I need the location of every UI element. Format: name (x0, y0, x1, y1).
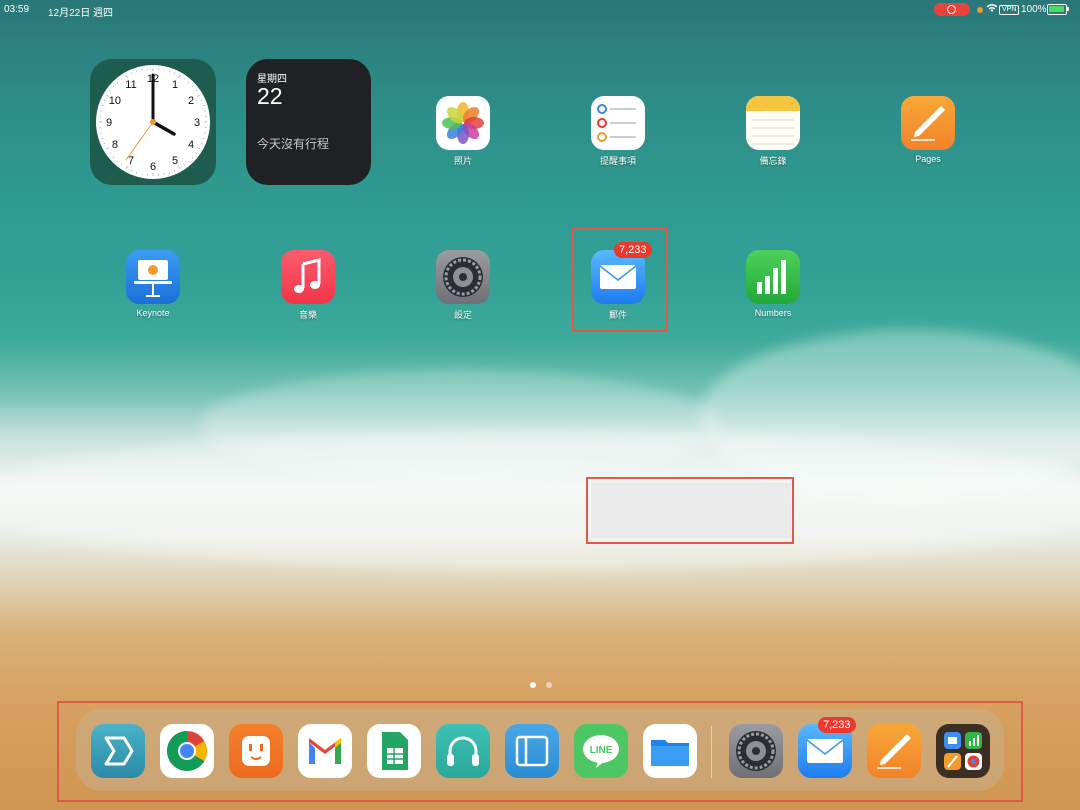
clock-numeral: 10 (109, 95, 121, 107)
mail-highlight-box (572, 228, 668, 332)
wallet-icon[interactable] (505, 724, 559, 778)
page-dot-active (530, 682, 536, 688)
photos-icon (436, 96, 490, 150)
app-music[interactable]: 音樂 (268, 250, 348, 330)
wifi-icon (986, 3, 998, 16)
clock-numeral: 8 (112, 139, 118, 151)
app-library-icon[interactable] (936, 724, 990, 778)
page-indicator[interactable] (530, 675, 558, 693)
keynote-icon (126, 250, 180, 304)
smart-plug-icon[interactable] (229, 724, 283, 778)
headphones-icon[interactable] (436, 724, 490, 778)
reminders-icon (591, 96, 645, 150)
status-time: 03:59 (4, 4, 30, 15)
status-date: 12月22日 週四 (48, 8, 114, 19)
dock-divider (711, 726, 712, 778)
app-photos[interactable]: 照片 (423, 96, 503, 176)
clock-numeral: 11 (125, 79, 136, 91)
clock-numeral: 7 (128, 155, 134, 167)
analog-clock-icon: 121234567891011 (96, 65, 210, 179)
files-icon[interactable] (643, 724, 697, 778)
clock-numeral: 6 (150, 161, 156, 173)
app-notes[interactable]: 備忘錄 (733, 96, 813, 176)
calendar-day: 22 (257, 83, 283, 109)
app-label: 備忘錄 (759, 156, 787, 166)
app-label: Numbers (754, 308, 792, 318)
app-numbers[interactable]: Numbers (733, 250, 813, 330)
clock-numeral: 3 (194, 117, 200, 129)
app-label: Pages (915, 154, 941, 164)
clock-numeral: 5 (172, 155, 178, 167)
readdle-spark-icon[interactable] (91, 724, 145, 778)
app-label: 照片 (453, 156, 472, 166)
notes-icon (746, 96, 800, 150)
battery-percent: 100% (1021, 4, 1047, 15)
clock-numeral: 1 (172, 79, 178, 91)
screen-recording-indicator[interactable] (934, 3, 970, 16)
home-screen: 03:59 12月22日 週四 VPN 100% 121234567891011… (0, 0, 1080, 810)
vpn-icon: VPN (999, 5, 1020, 15)
svg-text:LINE: LINE (590, 745, 613, 756)
calendar-widget[interactable]: 星期四 22 今天沒有行程 (246, 59, 371, 185)
status-bar: 03:59 12月22日 週四 VPN 100% (0, 0, 1080, 20)
google-sheets-icon[interactable] (367, 724, 421, 778)
clock-numeral: 4 (188, 139, 194, 151)
wave-foam (200, 370, 720, 480)
settings-icon[interactable] (729, 724, 783, 778)
settings-icon (436, 250, 490, 304)
app-label: 音樂 (298, 310, 317, 320)
app-label: 設定 (453, 310, 472, 320)
numbers-icon (746, 250, 800, 304)
pages-icon (901, 96, 955, 150)
pages-icon[interactable] (867, 724, 921, 778)
music-icon (281, 250, 335, 304)
app-pages[interactable]: Pages (888, 96, 968, 176)
app-settings[interactable]: 設定 (423, 250, 503, 330)
note-highlight-box (586, 477, 794, 544)
app-label: 提醒事項 (599, 156, 636, 166)
mic-indicator-icon (977, 7, 983, 13)
app-reminders[interactable]: 提醒事項 (578, 96, 658, 176)
app-label: Keynote (136, 308, 170, 318)
page-dot (546, 682, 553, 688)
calendar-no-events: 今天沒有行程 (257, 137, 330, 151)
gmail-icon[interactable] (298, 724, 352, 778)
dock-mail-badge: 7,233 (818, 717, 856, 733)
chrome-icon[interactable] (160, 724, 214, 778)
clock-numeral: 9 (106, 117, 112, 129)
line-icon[interactable]: LINE (574, 724, 628, 778)
clock-widget[interactable]: 121234567891011 (90, 59, 216, 185)
app-keynote[interactable]: Keynote (113, 250, 193, 330)
clock-numeral: 2 (188, 95, 194, 107)
battery-icon (1047, 4, 1069, 15)
